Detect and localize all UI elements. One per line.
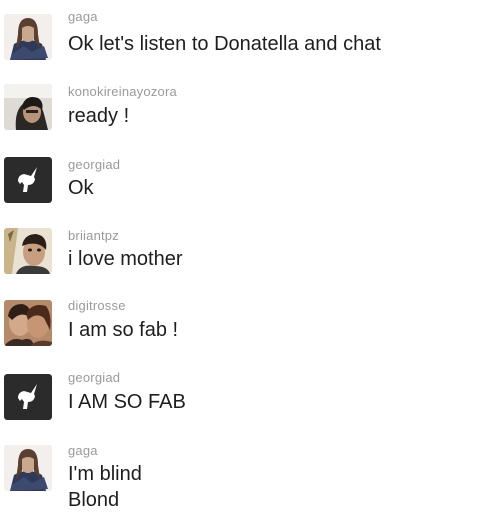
message-line: Blond xyxy=(68,489,120,511)
briiantpz-avatar xyxy=(4,228,52,274)
username[interactable]: digitrosse xyxy=(68,298,126,313)
message-line: I AM SO FAB xyxy=(68,391,186,413)
konokireinayozora-avatar xyxy=(4,84,52,130)
gaga-avatar xyxy=(4,14,52,60)
message-text: I am so fab ! xyxy=(68,317,178,343)
username[interactable]: gaga xyxy=(68,9,98,24)
unicorn-icon xyxy=(4,374,52,420)
unicorn-icon xyxy=(4,157,52,203)
username[interactable]: gaga xyxy=(68,443,98,458)
message-line: I am so fab ! xyxy=(68,319,179,341)
gaga-avatar xyxy=(4,445,52,491)
username[interactable]: georgiad xyxy=(68,370,120,385)
message-line: i love mother xyxy=(68,248,183,270)
username[interactable]: georgiad xyxy=(68,157,120,172)
message-text: I'm blind Blond xyxy=(68,461,142,513)
avatar[interactable] xyxy=(4,228,52,274)
username[interactable]: konokireinayozora xyxy=(68,84,177,99)
avatar[interactable] xyxy=(4,445,52,491)
message-text: i love mother xyxy=(68,246,183,272)
avatar[interactable] xyxy=(4,300,52,346)
message-line: Ok xyxy=(68,177,94,199)
avatar[interactable] xyxy=(4,157,52,203)
avatar[interactable] xyxy=(4,374,52,420)
digitrosse-avatar xyxy=(4,300,52,346)
message-text: Ok let's listen to Donatella and chat xyxy=(68,31,381,57)
message-line: I'm blind xyxy=(68,463,142,485)
avatar[interactable] xyxy=(4,84,52,130)
message-text: Ok xyxy=(68,175,94,201)
message-line: ready ! xyxy=(68,105,130,127)
chat-message-list: gaga Ok let's listen to Donatella and ch… xyxy=(0,0,479,524)
username[interactable]: briiantpz xyxy=(68,228,119,243)
message-text: ready ! xyxy=(68,103,129,129)
message-text: I AM SO FAB xyxy=(68,389,186,415)
message-line: Ok let's listen to Donatella and chat xyxy=(68,33,381,55)
avatar[interactable] xyxy=(4,14,52,60)
